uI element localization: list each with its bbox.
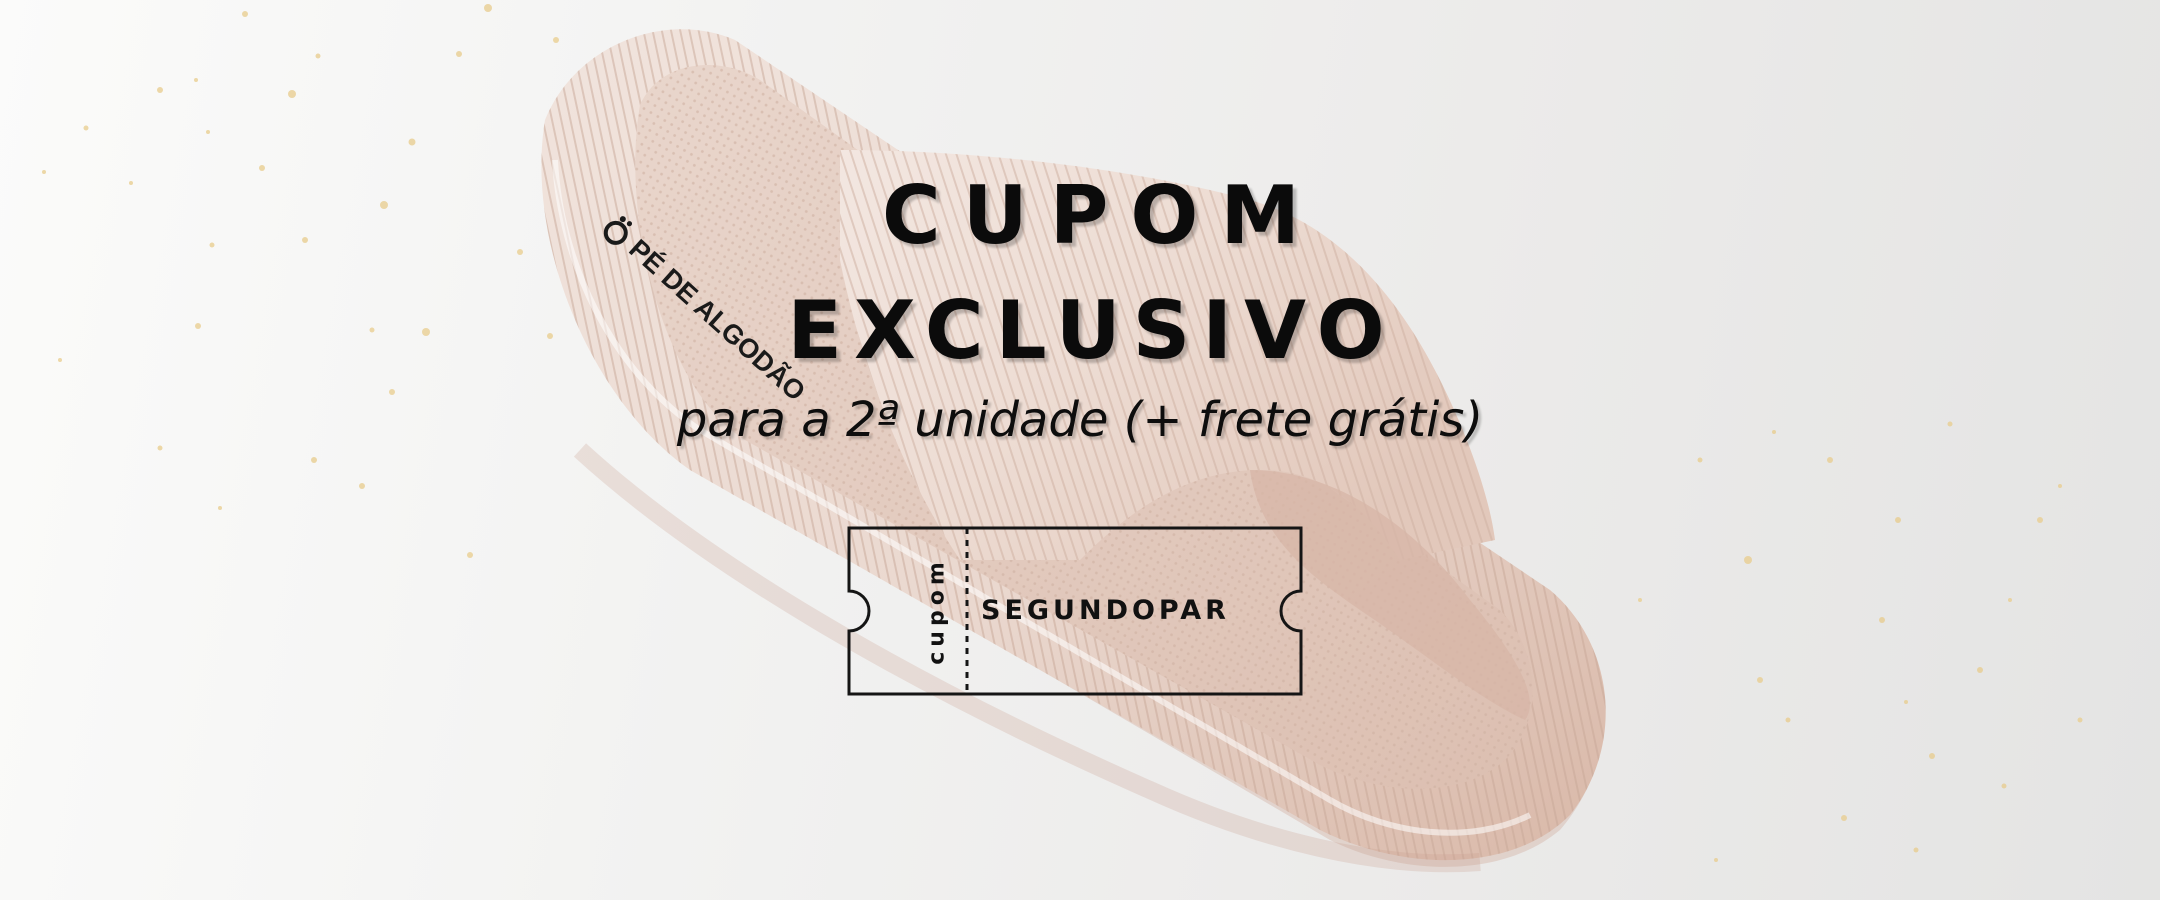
coupon-code[interactable]: SEGUNDOPAR <box>981 591 1286 631</box>
promo-banner: PÉ DE ALGODÃO CUPOM EXCLUSIVO para a 2ª … <box>0 0 2160 900</box>
headline-line-2: EXCLUSIVO <box>787 284 1397 377</box>
coupon-label: cupom <box>924 557 950 665</box>
subheadline: para a 2ª unidade (+ frete grátis) <box>676 392 1484 448</box>
headline-line-1: CUPOM <box>882 169 1322 262</box>
slipper-image <box>541 29 1606 873</box>
coupon-ticket[interactable]: cupom SEGUNDOPAR <box>845 525 1305 697</box>
